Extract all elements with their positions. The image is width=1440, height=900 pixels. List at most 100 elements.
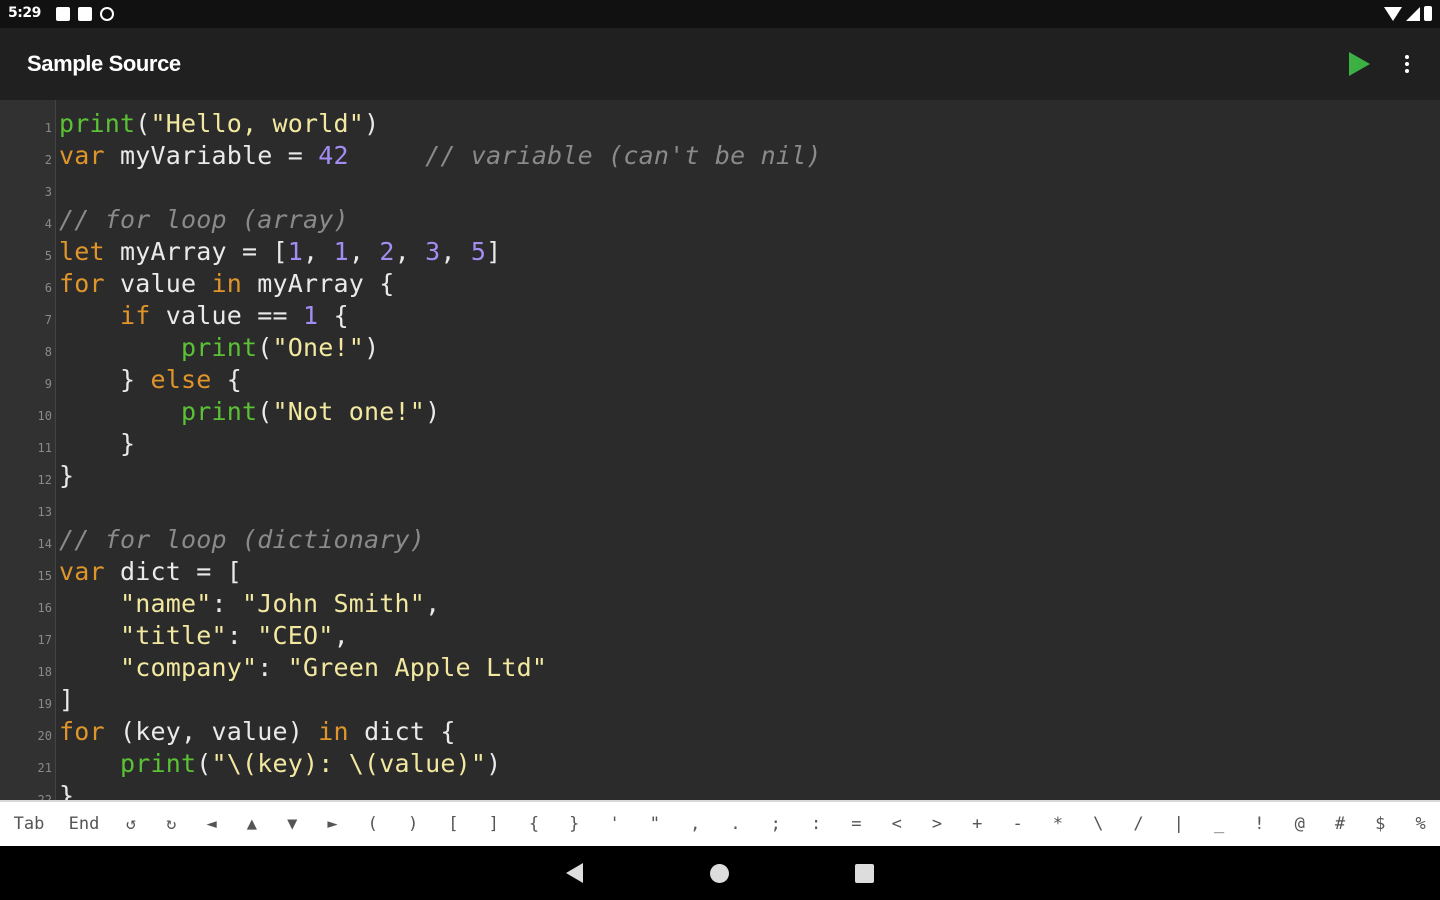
code-token: for xyxy=(59,717,105,746)
code-token: , xyxy=(440,237,471,266)
code-token: ] xyxy=(486,237,502,266)
line-number: 10 xyxy=(37,409,52,423)
symbol-key[interactable]: | xyxy=(1165,810,1193,838)
code-token: } xyxy=(59,429,136,458)
line-number: 5 xyxy=(44,249,52,263)
code-token: "John Smith" xyxy=(242,589,426,618)
code-token: ) xyxy=(425,397,441,426)
code-token: { xyxy=(211,365,243,394)
symbol-key[interactable]: ▲ xyxy=(238,810,266,838)
recents-icon[interactable] xyxy=(855,864,874,883)
home-icon[interactable] xyxy=(710,864,729,883)
symbol-key[interactable]: > xyxy=(923,810,951,838)
code-token: value xyxy=(104,269,212,298)
symbol-key[interactable]: ] xyxy=(480,810,508,838)
line-number: 16 xyxy=(37,601,52,615)
notification-icon xyxy=(56,7,70,21)
symbol-key[interactable]: } xyxy=(560,810,588,838)
code-token: value == xyxy=(150,301,304,330)
code-token: dict = [ xyxy=(104,557,243,586)
symbol-key[interactable]: $ xyxy=(1366,810,1394,838)
symbol-key[interactable]: * xyxy=(1044,810,1072,838)
symbol-key[interactable]: % xyxy=(1407,810,1435,838)
code-token: print xyxy=(181,333,258,362)
symbol-key[interactable]: < xyxy=(883,810,911,838)
code-token: , xyxy=(333,621,349,650)
code-line: } xyxy=(59,780,74,800)
code-token: print xyxy=(120,749,197,778)
symbol-key[interactable]: . xyxy=(722,810,750,838)
symbol-key[interactable]: ↻ xyxy=(157,810,185,838)
code-token: // variable (can't be nil) xyxy=(425,141,822,170)
line-number: 18 xyxy=(37,665,52,679)
symbol-key[interactable]: Tab xyxy=(8,810,50,838)
cellular-icon xyxy=(1406,6,1420,21)
symbol-key[interactable]: , xyxy=(681,810,709,838)
code-token: ) xyxy=(364,333,380,362)
symbol-key[interactable]: ↺ xyxy=(117,810,145,838)
code-token: { xyxy=(318,301,349,330)
status-bar: 5:29 xyxy=(0,0,1440,28)
code-editor[interactable]: 1 2 3 4 5 6 7 8 9 10 11 12 13 14 15 16 17 18 19 20 21 22 prin… xyxy=(0,100,1440,800)
symbol-key[interactable]: - xyxy=(1004,810,1032,838)
symbol-key[interactable]: ( xyxy=(359,810,387,838)
symbol-key[interactable]: ► xyxy=(319,810,347,838)
line-number: 17 xyxy=(37,633,52,647)
play-icon xyxy=(1349,52,1370,76)
line-number: 9 xyxy=(44,377,52,391)
code-line: var dict = [ xyxy=(59,556,242,588)
symbol-key[interactable]: [ xyxy=(439,810,467,838)
code-token: "Hello, world" xyxy=(150,109,365,138)
symbol-key[interactable]: " xyxy=(641,810,669,838)
symbol-key[interactable]: { xyxy=(520,810,548,838)
symbol-key[interactable]: : xyxy=(802,810,830,838)
code-line: } else { xyxy=(59,364,242,396)
more-options-button[interactable] xyxy=(1396,50,1418,78)
symbol-key[interactable]: \ xyxy=(1084,810,1112,838)
run-button[interactable] xyxy=(1346,50,1372,78)
code-token: , xyxy=(425,589,441,618)
code-token: "company" xyxy=(120,653,258,682)
status-time: 5:29 xyxy=(8,5,41,21)
symbol-key[interactable]: @ xyxy=(1286,810,1314,838)
code-token: for xyxy=(59,269,105,298)
symbol-key[interactable]: ◄ xyxy=(198,810,226,838)
code-line: } xyxy=(59,460,74,492)
code-token: , xyxy=(303,237,334,266)
code-line: print("\(key): \(value)") xyxy=(59,748,501,780)
symbol-key[interactable]: ' xyxy=(601,810,629,838)
line-number: 3 xyxy=(44,185,52,199)
symbol-key[interactable]: # xyxy=(1326,810,1354,838)
code-token: 5 xyxy=(470,237,487,266)
line-number: 11 xyxy=(37,441,52,455)
symbol-key[interactable]: / xyxy=(1125,810,1153,838)
code-token: "title" xyxy=(120,621,227,650)
code-token: dict { xyxy=(348,717,456,746)
status-notification-icons xyxy=(56,5,114,23)
code-token: } xyxy=(59,365,151,394)
wifi-icon xyxy=(1384,6,1402,21)
code-token: in xyxy=(211,269,243,298)
symbol-key[interactable]: End xyxy=(62,810,106,838)
line-number: 12 xyxy=(37,473,52,487)
line-number: 19 xyxy=(37,697,52,711)
symbol-key[interactable]: ▼ xyxy=(278,810,306,838)
code-line: for value in myArray { xyxy=(59,268,395,300)
code-token: 1 xyxy=(303,301,319,330)
symbol-key[interactable]: = xyxy=(842,810,870,838)
code-token: ( xyxy=(257,333,273,362)
symbol-key[interactable]: ! xyxy=(1245,810,1273,838)
symbol-key[interactable]: ; xyxy=(762,810,790,838)
line-number: 1 xyxy=(44,121,52,135)
line-number: 8 xyxy=(44,345,52,359)
code-line: "company": "Green Apple Ltd" xyxy=(59,652,547,684)
symbol-key[interactable]: + xyxy=(963,810,991,838)
code-token: in xyxy=(318,717,349,746)
back-icon[interactable] xyxy=(566,863,583,883)
symbol-key[interactable]: ) xyxy=(399,810,427,838)
symbol-key[interactable]: _ xyxy=(1205,810,1233,838)
